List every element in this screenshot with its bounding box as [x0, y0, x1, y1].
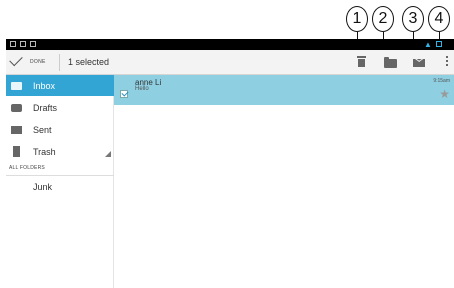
callout-annotations: 1 2 3 4: [0, 0, 454, 40]
wifi-icon: ▲: [424, 40, 432, 49]
message-row[interactable]: anne Li Hello 9:15am ★: [114, 75, 454, 105]
action-bar: DONE 1 selected: [6, 50, 454, 75]
mark-unread-icon[interactable]: [413, 59, 425, 67]
sidebar-item-label: Inbox: [33, 80, 56, 91]
message-checkbox[interactable]: [120, 90, 128, 98]
message-time: 9:15am: [433, 78, 450, 84]
sidebar-item-sent[interactable]: Sent: [6, 119, 114, 140]
folder-sidebar: Inbox Drafts Sent Trash ALL FOLDERS Junk: [6, 75, 114, 288]
callout-4: 4: [428, 6, 450, 32]
sidebar-item-drafts[interactable]: Drafts: [6, 97, 114, 118]
sidebar-item-inbox[interactable]: Inbox: [6, 75, 114, 96]
sent-icon: [11, 125, 22, 134]
callout-1: 1: [346, 6, 368, 32]
done-button[interactable]: DONE: [6, 50, 56, 75]
battery-icon: [436, 41, 442, 47]
inbox-icon: [11, 81, 22, 90]
section-header-all-folders: ALL FOLDERS: [6, 165, 114, 176]
notification-icon: [10, 41, 16, 47]
message-list: anne Li Hello 9:15am ★: [114, 75, 454, 288]
callout-3: 3: [402, 6, 424, 32]
sidebar-item-trash[interactable]: Trash: [6, 141, 114, 162]
sidebar-item-label: Junk: [33, 181, 53, 192]
action-bar-divider: [59, 54, 60, 71]
status-bar: ▲: [6, 39, 454, 50]
sidebar-item-junk[interactable]: Junk: [6, 176, 114, 197]
delete-icon[interactable]: [357, 56, 366, 67]
expand-corner-icon[interactable]: [105, 151, 111, 157]
mail-notification-icon: [20, 41, 26, 47]
trash-icon: [13, 146, 20, 157]
star-icon[interactable]: ★: [439, 88, 450, 100]
sidebar-item-label: Trash: [33, 146, 56, 157]
move-to-folder-icon[interactable]: [384, 57, 397, 68]
sidebar-item-label: Sent: [33, 124, 52, 135]
camera-notification-icon: [30, 41, 36, 47]
done-label: DONE: [30, 59, 46, 65]
selected-count: 1 selected: [68, 57, 110, 67]
checkmark-icon: [9, 52, 23, 67]
message-snippet: Hello: [135, 86, 149, 92]
callout-2: 2: [372, 6, 394, 32]
overflow-menu-icon[interactable]: [446, 56, 449, 68]
sidebar-item-label: Drafts: [33, 102, 58, 113]
drafts-icon: [11, 103, 22, 112]
